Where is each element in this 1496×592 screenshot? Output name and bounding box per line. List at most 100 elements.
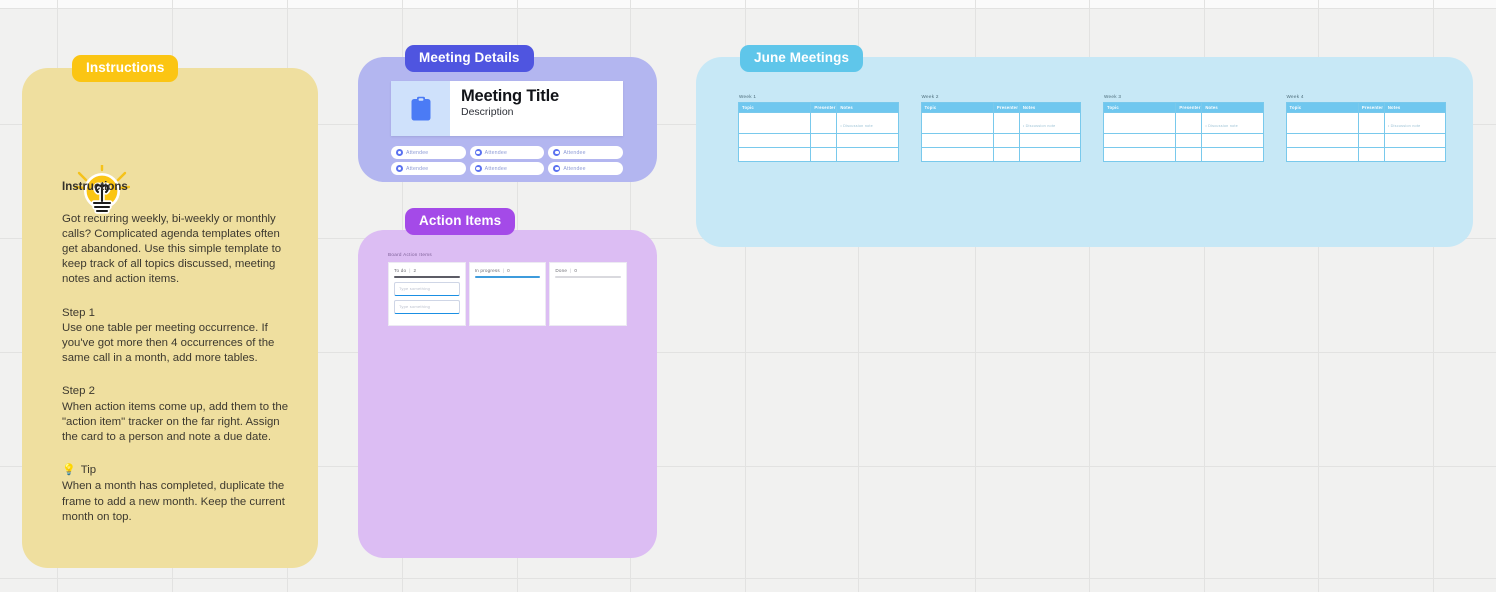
kanban-card-text: Type something (399, 304, 431, 310)
week-table[interactable]: Topic Presenter Notes • Discussion note (920, 102, 1082, 162)
meeting-title-text: Meeting Title Description (450, 81, 623, 136)
frame-june-meetings[interactable]: Week 1 Topic Presenter Notes • Discussio… (696, 57, 1473, 247)
cell-topic[interactable] (1285, 133, 1359, 148)
frame-action-items[interactable]: Board Action Items To do | 2 Type someth… (358, 230, 657, 558)
attendee-pill[interactable]: Attendee (548, 146, 623, 159)
kanban-column-separator: | (570, 268, 572, 273)
week-table[interactable]: Topic Presenter Notes • Discussion note (1285, 102, 1447, 162)
cell-presenter[interactable] (992, 112, 1020, 134)
cell-notes[interactable] (1201, 147, 1264, 162)
week-table[interactable]: Topic Presenter Notes • Discussion note (1102, 102, 1264, 162)
cell-notes[interactable] (1018, 133, 1082, 148)
meeting-title: Meeting Title (461, 87, 559, 105)
cell-notes[interactable] (836, 133, 899, 148)
table-row[interactable]: • Discussion note (920, 112, 1082, 134)
attendee-pill[interactable]: Attendee (548, 162, 623, 175)
cell-presenter[interactable] (1175, 133, 1203, 148)
cell-presenter[interactable] (1357, 133, 1385, 148)
cell-topic[interactable] (737, 147, 812, 162)
kanban-column-in-progress[interactable]: In progress | 0 (468, 262, 547, 326)
cell-topic[interactable] (1285, 147, 1359, 162)
cell-topic[interactable] (737, 112, 812, 134)
table-row[interactable] (920, 147, 1082, 162)
cell-notes[interactable] (1383, 147, 1447, 162)
meeting-title-card[interactable]: Meeting Title Description (391, 81, 623, 136)
attendee-label: Attendee (406, 149, 429, 156)
table-row[interactable]: • Discussion note (1102, 112, 1264, 134)
cell-topic[interactable] (920, 147, 994, 162)
cell-notes[interactable]: • Discussion note (836, 112, 899, 134)
attendee-pill[interactable]: Attendee (469, 162, 545, 175)
kanban-column-todo[interactable]: To do | 2 Type something Type something (388, 262, 466, 326)
kanban-card[interactable]: Type something (394, 281, 460, 296)
cell-presenter[interactable] (1175, 147, 1203, 162)
kanban-column-header: To do | 2 (394, 268, 460, 273)
table-row[interactable]: • Discussion note (737, 112, 899, 134)
person-icon (396, 149, 403, 156)
week-label: Week 3 (1104, 94, 1122, 99)
cell-presenter[interactable] (1175, 112, 1203, 134)
cell-topic[interactable] (1102, 133, 1177, 148)
cell-notes[interactable] (836, 147, 899, 162)
kanban-board: To do | 2 Type something Type something … (388, 262, 628, 326)
instructions-text-block: Instructions Got recurring weekly, bi-we… (62, 180, 294, 543)
whiteboard-canvas[interactable]: Instructions Got recurring weekly, bi-we… (0, 0, 1496, 592)
frame-label-instructions[interactable]: Instructions (72, 55, 179, 82)
column-header-presenter: Presenter (810, 102, 838, 113)
cell-notes[interactable]: • Discussion note (1201, 112, 1264, 134)
kanban-column-name: To do (394, 268, 407, 273)
cell-notes[interactable] (1018, 147, 1082, 162)
cell-presenter[interactable] (810, 133, 838, 148)
frame-label-june-meetings[interactable]: June Meetings (740, 45, 864, 72)
person-icon (553, 149, 561, 156)
cell-notes[interactable]: • Discussion note (1383, 112, 1447, 134)
cell-notes[interactable]: • Discussion note (1018, 112, 1082, 134)
table-row[interactable] (737, 147, 899, 162)
kanban-column-done[interactable]: Done | 0 (549, 262, 628, 326)
cell-topic[interactable] (1285, 112, 1359, 134)
kanban-column-count: 2 (413, 268, 417, 273)
cell-topic[interactable] (737, 133, 812, 148)
frame-instructions[interactable]: Instructions Got recurring weekly, bi-we… (22, 68, 318, 568)
attendee-pill[interactable]: Attendee (469, 146, 545, 159)
week-label: Week 2 (921, 94, 939, 99)
week-block: Week 2 Topic Presenter Notes • Discussio… (920, 94, 1082, 162)
table-row[interactable]: • Discussion note (1285, 112, 1447, 134)
cell-presenter[interactable] (810, 147, 838, 162)
table-row[interactable] (920, 133, 1082, 148)
cell-topic[interactable] (920, 112, 994, 134)
table-row[interactable] (1102, 147, 1264, 162)
grid-line-horizontal (0, 578, 1496, 579)
column-header-topic: Topic (920, 102, 994, 113)
kanban-board-title: Board Action Items (388, 252, 432, 257)
cell-presenter[interactable] (810, 112, 838, 134)
attendee-pill[interactable]: Attendee (391, 146, 466, 159)
cell-topic[interactable] (1102, 147, 1177, 162)
cell-notes[interactable] (1201, 133, 1264, 148)
table-row[interactable] (1285, 147, 1447, 162)
cell-presenter[interactable] (1357, 147, 1385, 162)
frame-label-action-items[interactable]: Action Items (405, 208, 516, 235)
cell-presenter[interactable] (992, 133, 1020, 148)
cell-presenter[interactable] (1357, 112, 1385, 134)
step2-title: Step 2 (62, 385, 95, 398)
table-row[interactable] (1102, 133, 1264, 148)
frame-label-meeting-details[interactable]: Meeting Details (405, 45, 534, 72)
week-block: Week 4 Topic Presenter Notes • Discussio… (1285, 94, 1447, 162)
kanban-column-bar (394, 276, 460, 278)
attendee-pill[interactable]: Attendee (391, 162, 466, 175)
kanban-card[interactable]: Type something (394, 299, 460, 314)
step2-body: When action items come up, add them to t… (62, 400, 289, 443)
table-row[interactable] (737, 133, 899, 148)
kanban-column-name: In progress (474, 268, 500, 273)
cell-topic[interactable] (1102, 112, 1177, 134)
cell-topic[interactable] (920, 133, 994, 148)
frame-meeting-details[interactable]: Meeting Title Description Attendee Atten… (358, 57, 657, 182)
table-row[interactable] (1285, 133, 1447, 148)
week-table[interactable]: Topic Presenter Notes • Discussion note (737, 102, 899, 162)
lightbulb-emoji-icon: 💡 (62, 464, 76, 477)
kanban-column-header: In progress | 0 (475, 268, 541, 273)
cell-notes[interactable] (1383, 133, 1447, 148)
person-icon (474, 149, 482, 156)
cell-presenter[interactable] (992, 147, 1020, 162)
